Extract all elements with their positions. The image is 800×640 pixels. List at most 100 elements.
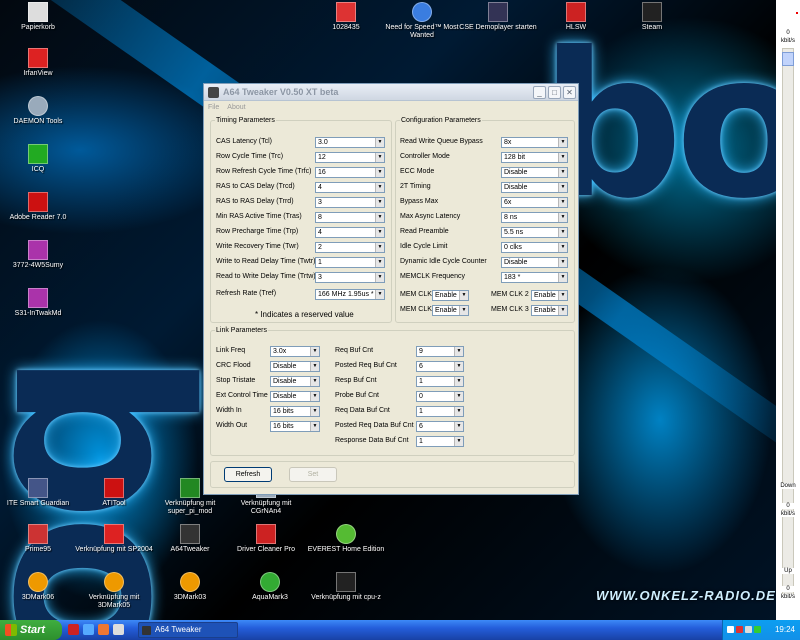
link-right-row-select[interactable]: 6 ▼ bbox=[416, 421, 464, 432]
minimize-button[interactable]: _ bbox=[533, 85, 546, 99]
desktop-icon[interactable]: Need for Speed™ Most Wanted bbox=[382, 2, 462, 40]
link-right-row-select[interactable]: 6 ▼ bbox=[416, 361, 464, 372]
menu-file[interactable]: File bbox=[208, 104, 219, 111]
start-button[interactable]: Start bbox=[0, 620, 62, 640]
link-right-row-select[interactable]: 1 ▼ bbox=[416, 436, 464, 447]
chevron-down-icon[interactable]: ▼ bbox=[558, 138, 567, 147]
config-row-select[interactable]: 8x ▼ bbox=[501, 137, 568, 148]
desktop-icon[interactable]: Prime95 bbox=[0, 524, 78, 554]
chevron-down-icon[interactable]: ▼ bbox=[558, 291, 567, 300]
config-row-select[interactable]: 128 bit ▼ bbox=[501, 152, 568, 163]
chevron-down-icon[interactable]: ▼ bbox=[558, 168, 567, 177]
link-right-row-select[interactable]: 1 ▼ bbox=[416, 406, 464, 417]
desktop-icon[interactable]: Driver Cleaner Pro bbox=[226, 524, 306, 554]
memclk-select[interactable]: Enable ▼ bbox=[432, 290, 469, 301]
desktop-icon[interactable]: ATITool bbox=[74, 478, 154, 508]
timing-row-select[interactable]: 1 ▼ bbox=[315, 257, 385, 268]
desktop-icon[interactable]: 3DMark06 bbox=[0, 572, 78, 602]
timing-row-select[interactable]: 3 ▼ bbox=[315, 197, 385, 208]
config-row-select[interactable]: 183 * ▼ bbox=[501, 272, 568, 283]
chevron-down-icon[interactable]: ▼ bbox=[459, 291, 468, 300]
chevron-down-icon[interactable]: ▼ bbox=[558, 153, 567, 162]
desktop-icon[interactable]: 3DMark03 bbox=[150, 572, 230, 602]
meter-thumb[interactable] bbox=[782, 52, 794, 66]
link-left-row-select[interactable]: 3.0x ▼ bbox=[270, 346, 320, 357]
chevron-down-icon[interactable]: ▼ bbox=[375, 228, 384, 237]
link-left-row-select[interactable]: Disable ▼ bbox=[270, 391, 320, 402]
set-button[interactable]: Set bbox=[289, 467, 337, 482]
config-row-select[interactable]: 0 clks ▼ bbox=[501, 242, 568, 253]
chevron-down-icon[interactable]: ▼ bbox=[310, 392, 319, 401]
config-row-select[interactable]: 6x ▼ bbox=[501, 197, 568, 208]
chevron-down-icon[interactable]: ▼ bbox=[375, 213, 384, 222]
desktop-icon[interactable]: Adobe Reader 7.0 bbox=[0, 192, 78, 222]
tray-icon[interactable] bbox=[736, 626, 743, 633]
chevron-down-icon[interactable]: ▼ bbox=[454, 437, 463, 446]
desktop-icon[interactable]: 3772-4W5Sumy bbox=[0, 240, 78, 270]
quicklaunch-icon[interactable] bbox=[113, 624, 124, 635]
chevron-down-icon[interactable]: ▼ bbox=[558, 183, 567, 192]
chevron-down-icon[interactable]: ▼ bbox=[454, 422, 463, 431]
chevron-down-icon[interactable]: ▼ bbox=[459, 306, 468, 315]
tray-icon[interactable] bbox=[754, 626, 761, 633]
tray-icon[interactable] bbox=[727, 626, 734, 633]
chevron-down-icon[interactable]: ▼ bbox=[558, 213, 567, 222]
config-row-select[interactable]: 5.5 ns ▼ bbox=[501, 227, 568, 238]
desktop-icon[interactable]: A64Tweaker bbox=[150, 524, 230, 554]
chevron-down-icon[interactable]: ▼ bbox=[454, 347, 463, 356]
quicklaunch-icon[interactable] bbox=[98, 624, 109, 635]
desktop-icon[interactable]: CSE Demoplayer starten bbox=[458, 2, 538, 32]
chevron-down-icon[interactable]: ▼ bbox=[310, 422, 319, 431]
desktop-icon[interactable]: 1028435 bbox=[306, 2, 386, 32]
chevron-down-icon[interactable]: ▼ bbox=[558, 198, 567, 207]
chevron-down-icon[interactable]: ▼ bbox=[310, 377, 319, 386]
desktop-icon[interactable]: ICQ bbox=[0, 144, 78, 174]
chevron-down-icon[interactable]: ▼ bbox=[454, 392, 463, 401]
timing-row-select[interactable]: 3.0 ▼ bbox=[315, 137, 385, 148]
chevron-down-icon[interactable]: ▼ bbox=[558, 243, 567, 252]
chevron-down-icon[interactable]: ▼ bbox=[558, 273, 567, 282]
chevron-down-icon[interactable]: ▼ bbox=[375, 290, 384, 299]
link-left-row-select[interactable]: 16 bits ▼ bbox=[270, 421, 320, 432]
chevron-down-icon[interactable]: ▼ bbox=[375, 153, 384, 162]
timing-row-select[interactable]: 4 ▼ bbox=[315, 227, 385, 238]
desktop-icon[interactable]: HLSW bbox=[536, 2, 616, 32]
close-button[interactable]: ✕ bbox=[563, 85, 576, 99]
desktop-icon[interactable]: Verknüpfung mit cpu-z bbox=[306, 572, 386, 602]
chevron-down-icon[interactable]: ▼ bbox=[310, 407, 319, 416]
desktop-icon[interactable]: Papierkorb bbox=[0, 2, 78, 32]
chevron-down-icon[interactable]: ▼ bbox=[375, 273, 384, 282]
link-right-row-select[interactable]: 1 ▼ bbox=[416, 376, 464, 387]
timing-row-select[interactable]: 2 ▼ bbox=[315, 242, 385, 253]
config-row-select[interactable]: Disable ▼ bbox=[501, 182, 568, 193]
chevron-down-icon[interactable]: ▼ bbox=[310, 347, 319, 356]
chevron-down-icon[interactable]: ▼ bbox=[375, 198, 384, 207]
desktop-icon[interactable]: AquaMark3 bbox=[230, 572, 310, 602]
desktop-icon[interactable]: ITE Smart Guardian bbox=[0, 478, 78, 508]
chevron-down-icon[interactable]: ▼ bbox=[375, 243, 384, 252]
timing-row-select[interactable]: 3 ▼ bbox=[315, 272, 385, 283]
tray-icon[interactable] bbox=[745, 626, 752, 633]
desktop-icon[interactable]: Verknüpfung mit SP2004 bbox=[74, 524, 154, 554]
link-right-row-select[interactable]: 0 ▼ bbox=[416, 391, 464, 402]
memclk-select[interactable]: Enable ▼ bbox=[531, 290, 568, 301]
quicklaunch-icon[interactable] bbox=[68, 624, 79, 635]
chevron-down-icon[interactable]: ▼ bbox=[375, 183, 384, 192]
chevron-down-icon[interactable]: ▼ bbox=[454, 377, 463, 386]
timing-row-select[interactable]: 12 ▼ bbox=[315, 152, 385, 163]
chevron-down-icon[interactable]: ▼ bbox=[310, 362, 319, 371]
taskbar-item-a64tweaker[interactable]: A64 Tweaker bbox=[138, 622, 238, 638]
desktop-icon[interactable]: IrfanView bbox=[0, 48, 78, 78]
quicklaunch-icon[interactable] bbox=[83, 624, 94, 635]
link-right-row-select[interactable]: 9 ▼ bbox=[416, 346, 464, 357]
config-row-select[interactable]: Disable ▼ bbox=[501, 167, 568, 178]
timing-row-select[interactable]: 166 MHz 1.95us * ▼ bbox=[315, 289, 385, 300]
desktop-icon[interactable]: Steam bbox=[612, 2, 692, 32]
config-row-select[interactable]: 8 ns ▼ bbox=[501, 212, 568, 223]
timing-row-select[interactable]: 8 ▼ bbox=[315, 212, 385, 223]
title-bar[interactable]: A64 Tweaker V0.50 XT beta _ □ ✕ bbox=[204, 84, 578, 101]
chevron-down-icon[interactable]: ▼ bbox=[375, 258, 384, 267]
menu-about[interactable]: About bbox=[227, 104, 245, 111]
timing-row-select[interactable]: 16 ▼ bbox=[315, 167, 385, 178]
timing-row-select[interactable]: 4 ▼ bbox=[315, 182, 385, 193]
